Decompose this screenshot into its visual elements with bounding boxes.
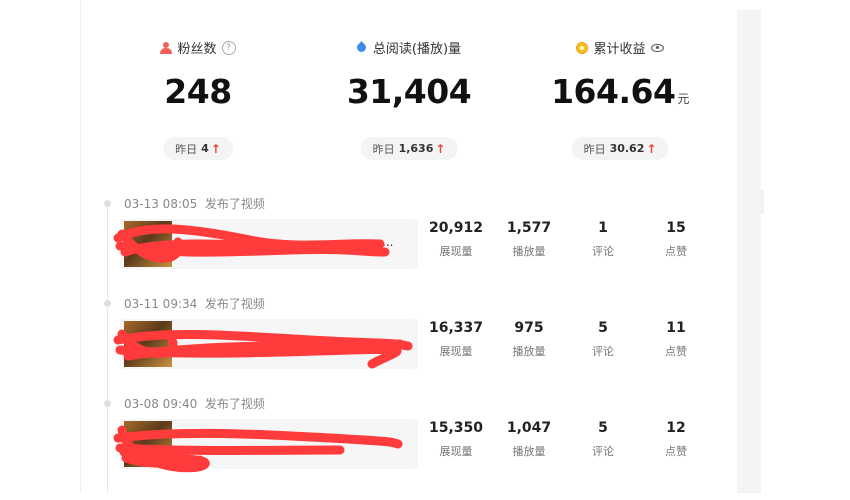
stat-fans-label: 粉丝数: [177, 42, 217, 57]
post-timestamp: 03-13 08:05: [124, 197, 198, 211]
stat-views-yesterday: 昨日 1,636 ↑: [360, 137, 458, 160]
up-arrow-icon: ↑: [646, 141, 657, 156]
post-action: 发布了视频: [204, 197, 265, 211]
post-time: 03-13 08:05 发布了视频: [124, 195, 265, 212]
yesterday-value: 4: [201, 142, 209, 155]
stat-income-number: 164.64: [551, 72, 676, 111]
drop-icon: [355, 41, 368, 54]
post-item: 03-11 09:34 发布了视频 16,337 展现量 975 播放量 5 评论 1…: [0, 297, 737, 400]
post-card[interactable]: ...: [120, 419, 418, 469]
yesterday-label: 昨日: [372, 142, 395, 156]
video-thumbnail[interactable]: [124, 421, 172, 467]
metric-label: 播放量: [512, 245, 546, 258]
metric-label: 点赞: [665, 245, 687, 258]
metric-value: 1,047: [506, 420, 552, 436]
timeline-dot: [104, 200, 111, 207]
metric-likes: 11 点赞: [641, 320, 711, 359]
metric-plays: 975 播放量: [494, 320, 564, 359]
video-thumbnail[interactable]: [124, 221, 172, 267]
metric-value: 15,350: [428, 420, 484, 436]
metric-comments: 5 评论: [568, 320, 638, 359]
metric-value: 1: [598, 220, 608, 236]
metric-value: 5: [598, 420, 608, 436]
metric-comments: 1 评论: [568, 220, 638, 259]
post-title[interactable]: ...: [382, 235, 393, 249]
metric-value: 15: [666, 220, 686, 236]
stat-income-label-row: 累计收益: [495, 38, 745, 57]
metric-impressions: 16,337 展现量: [421, 320, 491, 359]
stat-income-label: 累计收益: [593, 42, 646, 57]
post-timestamp: 03-11 09:34: [124, 297, 198, 311]
video-thumbnail[interactable]: [124, 321, 172, 367]
eye-icon[interactable]: [650, 43, 664, 52]
stat-fans-yesterday: 昨日 4 ↑: [163, 137, 233, 160]
metric-label: 评论: [592, 445, 614, 458]
metric-label: 点赞: [665, 345, 687, 358]
post-action: 发布了视频: [204, 397, 265, 411]
up-arrow-icon: ↑: [210, 141, 221, 156]
metric-label: 评论: [592, 245, 614, 258]
person-icon: [160, 41, 173, 54]
metric-value: 12: [666, 420, 686, 436]
metric-comments: 5 评论: [568, 420, 638, 459]
yesterday-label: 昨日: [175, 142, 198, 156]
metric-impressions: 15,350 展现量: [421, 420, 491, 459]
metric-plays: 1,577 播放量: [494, 220, 564, 259]
post-title[interactable]: ...: [390, 435, 401, 449]
help-icon[interactable]: ?: [221, 40, 236, 55]
yesterday-label: 昨日: [583, 142, 606, 156]
stat-views-number: 31,404: [346, 72, 472, 111]
metric-label: 评论: [592, 345, 614, 358]
metric-value: 16,337: [428, 320, 484, 336]
yesterday-value: 30.62: [609, 142, 645, 155]
post-time: 03-11 09:34 发布了视频: [124, 295, 265, 312]
metric-likes: 12 点赞: [641, 420, 711, 459]
metric-label: 播放量: [512, 345, 546, 358]
stat-income-unit: 元: [677, 92, 689, 106]
post-card[interactable]: [120, 319, 418, 369]
stat-income-value: 164.64 元: [495, 72, 745, 111]
up-arrow-icon: ↑: [435, 141, 446, 156]
post-item: 03-08 09:40 发布了视频 ... 15,350 展现量 1,047 播放量…: [0, 397, 737, 500]
metric-label: 展现量: [439, 445, 473, 458]
metric-plays: 1,047 播放量: [494, 420, 564, 459]
stat-fans-number: 248: [164, 72, 232, 111]
yesterday-value: 1,636: [398, 142, 434, 155]
post-timestamp: 03-08 09:40: [124, 397, 198, 411]
timeline-dot: [104, 400, 111, 407]
metric-label: 展现量: [439, 345, 473, 358]
metric-label: 展现量: [439, 245, 473, 258]
metric-label: 点赞: [665, 445, 687, 458]
coin-icon: [576, 41, 589, 54]
stat-income-yesterday: 昨日 30.62 ↑: [571, 137, 669, 160]
metric-value: 975: [514, 320, 544, 336]
stat-views-label: 总阅读(播放)量: [372, 42, 462, 57]
post-item: 03-13 08:05 发布了视频 ... 20,912 展现量 1,577 播放量…: [0, 197, 737, 300]
metric-value: 5: [598, 320, 608, 336]
metric-label: 播放量: [512, 445, 546, 458]
post-time: 03-08 09:40 发布了视频: [124, 395, 265, 412]
right-panel-handle: [761, 190, 764, 214]
post-card[interactable]: ...: [120, 219, 418, 269]
metric-likes: 15 点赞: [641, 220, 711, 259]
metric-impressions: 20,912 展现量: [421, 220, 491, 259]
metric-value: 11: [666, 320, 686, 336]
post-action: 发布了视频: [204, 297, 265, 311]
metric-value: 1,577: [506, 220, 552, 236]
metric-value: 20,912: [428, 220, 484, 236]
timeline-dot: [104, 300, 111, 307]
